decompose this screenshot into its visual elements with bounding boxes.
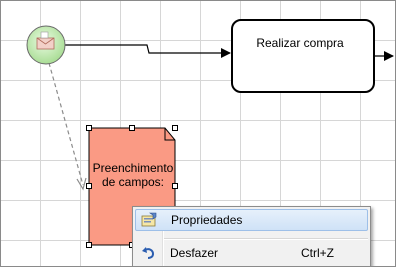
start-event[interactable] xyxy=(26,25,66,65)
task-label: Realizar compra xyxy=(256,36,344,50)
context-menu[interactable]: Propriedades Desfazer Ctrl+Z xyxy=(132,206,371,266)
sequence-flow-start-to-task[interactable] xyxy=(63,44,231,58)
note-label: Preenchimento de campos: xyxy=(89,161,177,189)
resize-handle-top-left[interactable] xyxy=(86,125,92,131)
resize-handle-middle-left[interactable] xyxy=(86,183,92,189)
menu-item-shortcut: Ctrl+Z xyxy=(301,246,334,260)
menu-item-propriedades[interactable]: Propriedades xyxy=(135,209,368,231)
resize-handle-top-center[interactable] xyxy=(129,125,135,131)
note-label-line1: Preenchimento xyxy=(92,161,174,175)
menu-item-label: Desfazer xyxy=(170,246,219,260)
resize-handle-top-right[interactable] xyxy=(172,125,178,131)
resize-handle-bottom-left[interactable] xyxy=(86,242,92,248)
properties-icon xyxy=(136,212,162,228)
menu-item-desfazer[interactable]: Desfazer Ctrl+Z xyxy=(135,242,368,264)
note-label-line2: de campos: xyxy=(101,175,165,189)
undo-icon xyxy=(135,245,161,261)
menu-item-label: Propriedades xyxy=(171,213,243,227)
diagram-canvas[interactable]: Realizar compra Preenchimento de campos:… xyxy=(0,0,396,267)
menu-separator xyxy=(164,238,368,240)
resize-handle-middle-right[interactable] xyxy=(172,183,178,189)
association-line[interactable] xyxy=(48,62,84,186)
